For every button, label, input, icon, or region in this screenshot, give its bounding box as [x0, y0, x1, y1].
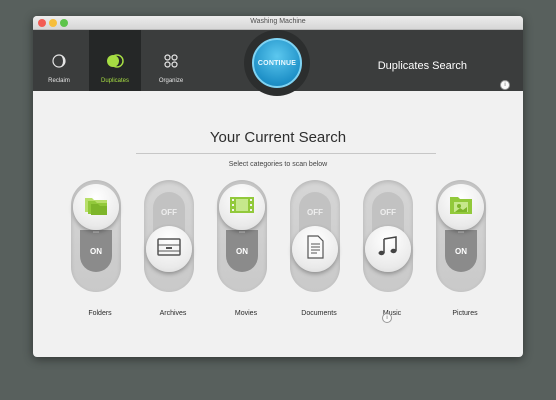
document-icon [304, 234, 326, 264]
category-label: Documents [301, 310, 337, 317]
toggle-track[interactable]: OFF [144, 180, 194, 292]
continue-button-ring: CONTINUE [244, 30, 310, 96]
nav-organize-button[interactable]: Organize [145, 30, 197, 91]
reclaim-moon-icon [50, 52, 68, 70]
category-label: Movies [234, 310, 258, 317]
category-label: Archives [159, 310, 187, 317]
category-label: Music [382, 310, 402, 317]
search-subtitle: Select categories to scan below [228, 161, 328, 168]
category-label: Pictures [452, 310, 478, 317]
toggle-state-label: ON [80, 230, 112, 272]
info-icon[interactable]: i [382, 313, 392, 323]
toggle-grip [239, 231, 245, 233]
nav-label: Organize [158, 78, 184, 84]
toggle-knob[interactable] [365, 226, 411, 272]
toggle-track[interactable]: OFF [363, 180, 413, 292]
toggle-knob[interactable] [292, 226, 338, 272]
title-bar: Washing Machine [33, 16, 523, 30]
toggle-knob[interactable] [73, 184, 119, 230]
toggle-grip [93, 231, 99, 233]
header-title: Duplicates Search [377, 60, 467, 72]
toggle-track[interactable]: ON [71, 180, 121, 292]
music-note-icon [376, 235, 400, 264]
toggle-state-label: ON [226, 230, 258, 272]
window-title: Washing Machine [250, 18, 306, 25]
pictures-folder-icon [448, 194, 474, 221]
nav-reclaim-button[interactable]: Reclaim [33, 30, 85, 91]
duplicates-circles-icon [106, 52, 124, 70]
toggle-knob[interactable] [146, 226, 192, 272]
continue-button[interactable]: CONTINUE [252, 38, 302, 88]
nav-duplicates-button[interactable]: Duplicates [89, 30, 141, 91]
folders-icon [83, 194, 109, 221]
archive-cabinet-icon [156, 236, 182, 263]
toggle-grip [458, 231, 464, 233]
category-label: Folders [88, 310, 112, 317]
film-strip-icon [229, 195, 255, 220]
nav-label: Reclaim [48, 78, 70, 84]
toggle-state-label: ON [445, 230, 477, 272]
organize-grid-icon [162, 52, 180, 70]
nav-label: Duplicates [100, 78, 129, 84]
toggle-knob[interactable] [219, 184, 265, 230]
toggle-track[interactable]: ON [217, 180, 267, 292]
app-window: Washing Machine Reclaim Duplicates Organ… [33, 16, 523, 357]
search-title: Your Current Search [209, 129, 347, 146]
info-icon[interactable]: i [500, 80, 510, 90]
toggle-track[interactable]: ON [436, 180, 486, 292]
toggle-track[interactable]: OFF [290, 180, 340, 292]
divider [136, 153, 436, 154]
toggle-knob[interactable] [438, 184, 484, 230]
